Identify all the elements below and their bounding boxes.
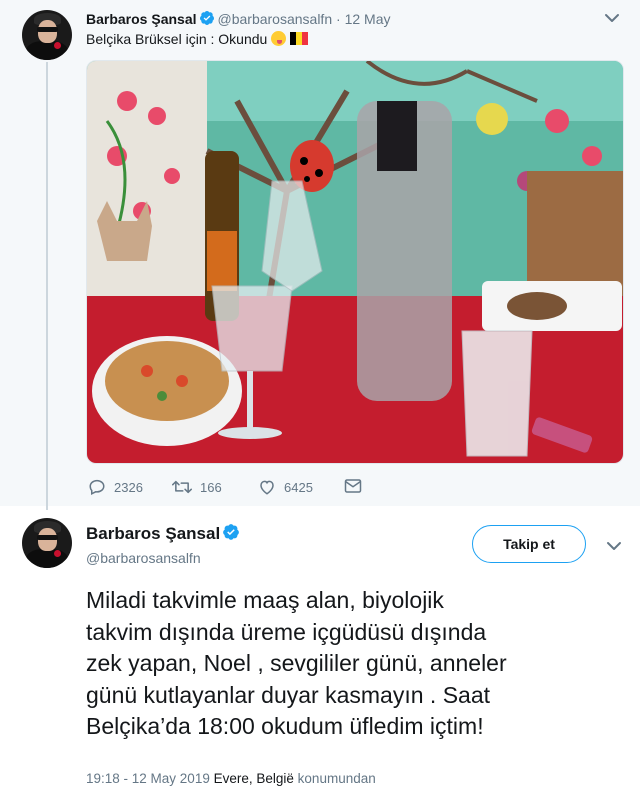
author-name[interactable]: Barbaros Şansal (86, 11, 197, 27)
like-count: 6425 (284, 479, 313, 495)
tweet-date[interactable]: 12 May (345, 11, 391, 27)
separator-dot: · (336, 11, 341, 27)
garden-table-photo (87, 61, 623, 463)
chevron-down-icon[interactable] (606, 540, 622, 552)
reply-count: 2326 (114, 479, 143, 495)
belgium-flag-icon (290, 32, 309, 45)
tweet-text-line: takvim dışında üreme içgüdüsü dışında (86, 618, 487, 645)
winking-tongue-face-icon (271, 31, 287, 46)
tweet-text-line: Miladi takvimle maaş alan, biyolojik (86, 587, 444, 613)
retweet-icon (172, 480, 192, 494)
heart-icon (260, 480, 274, 495)
follow-button[interactable]: Takip et (472, 525, 586, 563)
tweet-text-line: Belçika’da 18:00 okudum üfledim içtim! (86, 713, 484, 739)
thread-connector-line (46, 62, 48, 510)
envelope-icon (344, 479, 362, 493)
avatar[interactable] (22, 518, 72, 568)
tweet-photo[interactable] (86, 60, 624, 464)
avatar[interactable] (22, 10, 72, 60)
like-button[interactable]: 6425 (258, 478, 313, 496)
main-tweet-text: Miladi takvimle maaş alan, biyolojik tak… (86, 585, 631, 743)
chevron-down-icon[interactable] (604, 12, 620, 24)
retweet-count: 166 (200, 479, 222, 495)
direct-message-button[interactable] (344, 478, 370, 494)
tweet-text-line: günü kutlayanlar duyar kasmayın . Saat (86, 681, 491, 708)
reply-button[interactable]: 2326 (88, 478, 143, 496)
parent-tweet-header: Barbaros Şansal @barbarosansalfn · 12 May (86, 10, 391, 27)
tweet-metadata: 19:18 - 12 May 2019 Evere, België konumu… (86, 771, 376, 786)
reply-icon (89, 479, 105, 495)
author-handle[interactable]: @barbarosansalfn (86, 550, 201, 566)
location-suffix: konumundan (297, 771, 376, 786)
parent-tweet-text: Belçika Brüksel için : Okundu (86, 31, 309, 47)
tweet-text: Belçika Brüksel için : Okundu (86, 31, 268, 47)
tweet-timestamp[interactable]: 19:18 - 12 May 2019 (86, 771, 210, 786)
main-author-name-row: Barbaros Şansal (86, 523, 243, 544)
author-handle[interactable]: @barbarosansalfn (218, 11, 333, 27)
retweet-button[interactable]: 166 (172, 478, 222, 496)
tweet-location[interactable]: Evere, België (214, 771, 294, 786)
parent-tweet[interactable]: Barbaros Şansal @barbarosansalfn · 12 May… (0, 0, 640, 510)
author-name[interactable]: Barbaros Şansal (86, 524, 220, 543)
verified-badge-icon (199, 11, 214, 25)
verified-badge-icon (223, 524, 240, 540)
tweet-text-line: zek yapan, Noel , sevgililer günü, annel… (86, 650, 507, 676)
